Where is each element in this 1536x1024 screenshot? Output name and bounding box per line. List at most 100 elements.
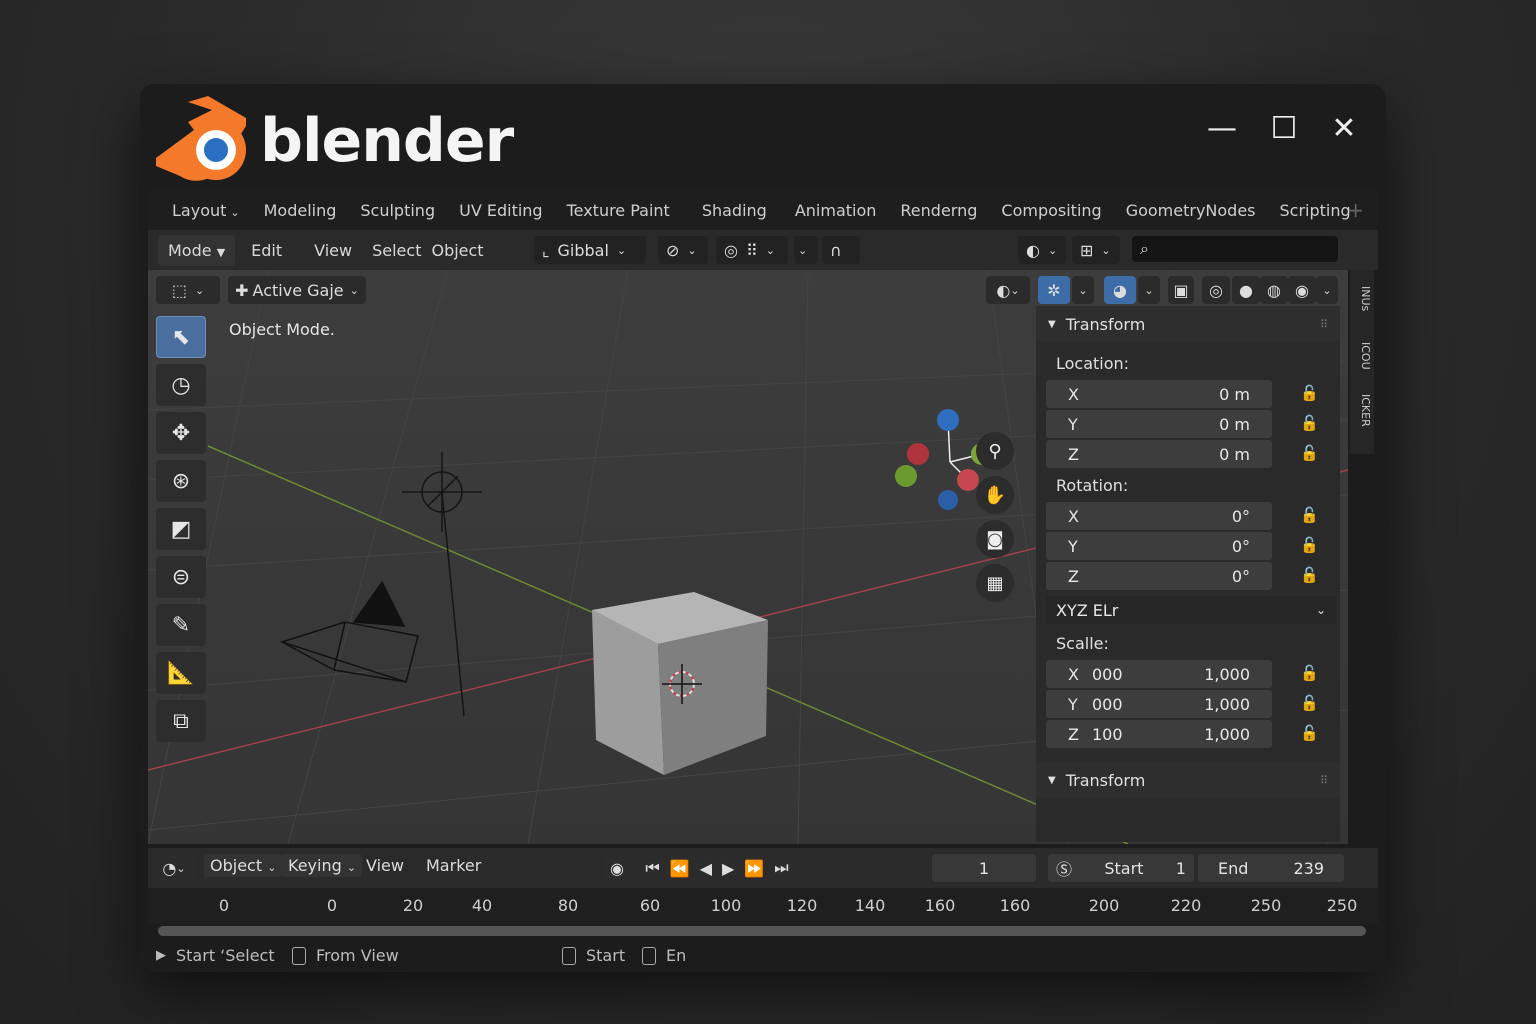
menu-edit[interactable]: Edit bbox=[241, 241, 292, 260]
add-workspace-button[interactable]: + bbox=[1347, 198, 1364, 222]
sidebar-tab-tool[interactable]: ICOU bbox=[1352, 342, 1372, 370]
select-box-dropdown[interactable]: ⬚ ⌄ bbox=[156, 276, 220, 304]
menu-select[interactable]: Select bbox=[362, 241, 431, 260]
ruler-tick: 80 bbox=[557, 896, 579, 915]
close-button[interactable]: ✕ bbox=[1326, 110, 1362, 146]
tab-animation[interactable]: Animation bbox=[783, 201, 889, 220]
rotation-mode-dropdown[interactable]: XYZ ELr ⌄ bbox=[1046, 596, 1336, 624]
solid-shading-button[interactable]: ● bbox=[1232, 276, 1260, 304]
play-reverse-icon[interactable]: ◀ bbox=[700, 859, 712, 878]
end-frame-field[interactable]: End 239 bbox=[1198, 854, 1344, 882]
lock-icon[interactable]: 🔓 bbox=[1300, 444, 1320, 464]
current-frame-field[interactable]: 1 bbox=[932, 854, 1036, 882]
location-y-field[interactable]: Y0 m bbox=[1046, 410, 1272, 438]
rendered-shading-button[interactable]: ◉ bbox=[1288, 276, 1316, 304]
timeline-ruler[interactable]: 0 0 20 40 80 60 100 120 140 160 160 200 … bbox=[148, 888, 1378, 924]
tab-layout[interactable]: Layout ⌄ bbox=[160, 201, 252, 220]
material-shading-button[interactable]: ◍ bbox=[1260, 276, 1288, 304]
tab-texture-paint[interactable]: Texture Paint bbox=[555, 201, 690, 220]
shading-options-dropdown[interactable]: ⌄ bbox=[1316, 276, 1338, 304]
overlay-toggle-button[interactable]: ◕ bbox=[1104, 276, 1136, 304]
timeline-marker-menu[interactable]: Marker bbox=[426, 856, 481, 875]
move-icon: ✥ bbox=[171, 420, 191, 446]
tab-geometry-nodes[interactable]: GoometryNodes bbox=[1114, 201, 1268, 220]
next-keyframe-icon[interactable]: ⏩ bbox=[744, 859, 764, 878]
camera-view-button[interactable]: ◙ bbox=[976, 520, 1014, 558]
lock-icon[interactable]: 🔓 bbox=[1300, 384, 1320, 404]
wireframe-shading-button[interactable]: ◎ bbox=[1202, 276, 1230, 304]
tab-rendering[interactable]: Renderng bbox=[888, 201, 989, 220]
tab-compositing[interactable]: Compositing bbox=[989, 201, 1113, 220]
minimize-button[interactable]: — bbox=[1204, 110, 1240, 146]
tab-modeling[interactable]: Modeling bbox=[252, 201, 349, 220]
prev-keyframe-icon[interactable]: ⏪ bbox=[670, 859, 690, 878]
lock-icon[interactable]: 🔓 bbox=[1300, 536, 1320, 556]
cursor-tool-button[interactable]: ◷ bbox=[156, 364, 206, 406]
scale-tool-button[interactable]: ◩ bbox=[156, 508, 206, 550]
transform-tool-button[interactable]: ⊜ bbox=[156, 556, 206, 598]
record-button[interactable]: ◉ bbox=[604, 854, 630, 882]
editor-type-dropdown[interactable]: ◔ ⌄ bbox=[152, 854, 196, 882]
zoom-button[interactable]: ⚲ bbox=[976, 432, 1014, 470]
rotation-x-field[interactable]: X 0° bbox=[1046, 502, 1272, 530]
timeline-keying-dropdown[interactable]: Keying ⌄ bbox=[282, 854, 363, 877]
jump-start-icon[interactable]: ⏮ bbox=[645, 858, 659, 878]
search-input[interactable]: ⌕ bbox=[1132, 236, 1338, 262]
eye-icon: ◐ bbox=[996, 280, 1011, 300]
chevron-down-icon: ⌄ bbox=[616, 243, 627, 257]
transform-panel-header-2[interactable]: ▼ Transform ⠿ bbox=[1036, 762, 1340, 798]
location-z-field[interactable]: Z0 m bbox=[1046, 440, 1272, 468]
timeline-scrollbar[interactable] bbox=[158, 926, 1366, 936]
overlay-options-dropdown[interactable]: ⌄ bbox=[1138, 276, 1160, 304]
jump-end-icon[interactable]: ⏭ bbox=[774, 858, 788, 878]
maximize-button[interactable]: ☐ bbox=[1266, 110, 1302, 146]
gizmo-options-dropdown[interactable]: ⌄ bbox=[1072, 276, 1094, 304]
tab-uv-editing[interactable]: UV Editing bbox=[447, 201, 554, 220]
move-tool-button[interactable]: ✥ bbox=[156, 412, 206, 454]
rotate-tool-button[interactable]: ⊛ bbox=[156, 460, 206, 502]
sidebar-tab-item[interactable]: INUs bbox=[1352, 286, 1372, 311]
sidebar-tab-view[interactable]: ICKER bbox=[1352, 394, 1372, 427]
object-visibility-dropdown[interactable]: ◐ ⌄ bbox=[1018, 236, 1066, 264]
lock-icon[interactable]: 🔓 bbox=[1300, 724, 1320, 744]
lock-icon[interactable]: 🔓 bbox=[1300, 506, 1320, 526]
lock-icon[interactable]: 🔓 bbox=[1300, 566, 1320, 586]
proportional-dropdown[interactable]: ⌄ bbox=[794, 236, 818, 264]
lock-icon[interactable]: 🔓 bbox=[1300, 414, 1320, 434]
play-icon[interactable]: ▶ bbox=[722, 859, 734, 878]
timeline-object-dropdown[interactable]: Object ⌄ bbox=[204, 854, 283, 877]
location-x-field[interactable]: X0 m bbox=[1046, 380, 1272, 408]
xray-toggle-button[interactable]: ▣ bbox=[1168, 276, 1194, 304]
transform-orientation-dropdown[interactable]: ⌞ Gibbal ⌄ bbox=[534, 236, 646, 264]
menu-object[interactable]: Object bbox=[431, 241, 493, 260]
tab-shading[interactable]: Shading bbox=[690, 201, 783, 220]
status-hint-view: From View bbox=[292, 946, 399, 965]
viewport-visibility-dropdown[interactable]: ◐ ⌄ bbox=[986, 276, 1030, 304]
lock-icon[interactable]: 🔓 bbox=[1300, 664, 1320, 684]
hand-icon: ✋ bbox=[983, 484, 1007, 506]
lock-icon[interactable]: 🔓 bbox=[1300, 694, 1320, 714]
measure-tool-button[interactable]: 📐 bbox=[156, 652, 206, 694]
scale-y-field[interactable]: Y 000 1,000 bbox=[1046, 690, 1272, 718]
perspective-toggle-button[interactable]: ▦ bbox=[976, 564, 1014, 602]
tab-sculpting[interactable]: Sculpting bbox=[348, 201, 447, 220]
select-tool-button[interactable]: ⬉ bbox=[156, 316, 206, 358]
menu-view[interactable]: View bbox=[304, 241, 362, 260]
gizmo-dropdown[interactable]: ⊞ ⌄ bbox=[1072, 236, 1120, 264]
gizmo-toggle-button[interactable]: ✲ bbox=[1038, 276, 1070, 304]
falloff-button[interactable]: ∩ bbox=[822, 236, 860, 264]
scale-x-field[interactable]: X 000 1,000 bbox=[1046, 660, 1272, 688]
rotation-y-field[interactable]: Y 0° bbox=[1046, 532, 1272, 560]
active-gizmo-dropdown[interactable]: ✚ Active Gaje ⌄ bbox=[228, 276, 366, 304]
timeline-view-menu[interactable]: View bbox=[366, 856, 404, 875]
scale-z-field[interactable]: Z 100 1,000 bbox=[1046, 720, 1272, 748]
start-frame-field[interactable]: Ⓢ Start 1 bbox=[1048, 854, 1194, 882]
pan-button[interactable]: ✋ bbox=[976, 476, 1014, 514]
add-cube-tool-button[interactable]: ⧉ bbox=[156, 700, 206, 742]
transform-panel-header[interactable]: ▼ Transform ⠿ bbox=[1036, 306, 1340, 342]
mode-dropdown[interactable]: Mode ▼ bbox=[158, 234, 236, 266]
annotate-tool-button[interactable]: ✎ bbox=[156, 604, 206, 646]
rotation-z-field[interactable]: Z 0° bbox=[1046, 562, 1272, 590]
snapping-dropdown[interactable]: ◎ ⠿ ⌄ bbox=[716, 236, 788, 264]
pivot-point-dropdown[interactable]: ⊘ ⌄ bbox=[658, 236, 708, 264]
